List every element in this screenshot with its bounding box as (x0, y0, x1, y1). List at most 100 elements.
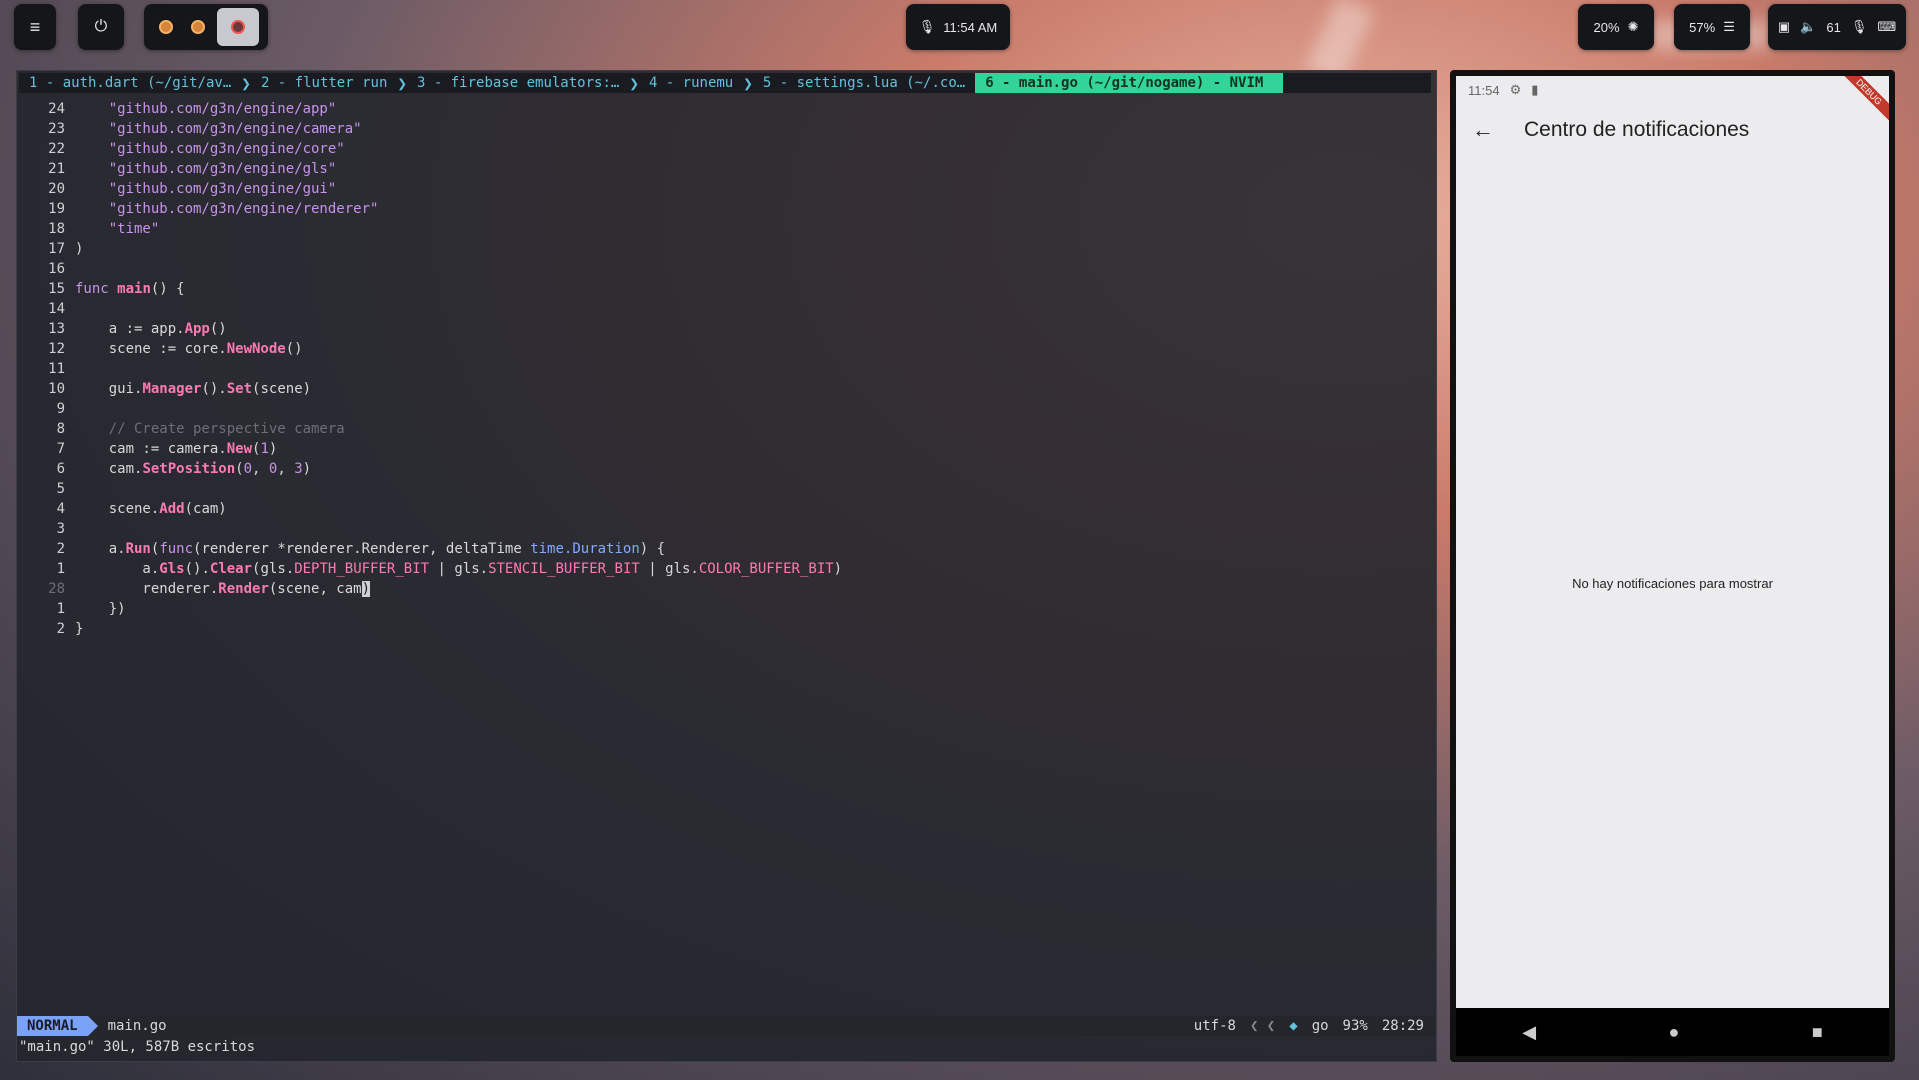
code-line[interactable]: 3 (17, 519, 1436, 539)
system-tray: ▣ 🔈 61 🎙 ⌨ (1768, 4, 1906, 50)
app-icon (231, 20, 245, 34)
separator-icon: ❮ ❮ (1249, 1018, 1276, 1034)
tab-4[interactable]: 4 - runemu (639, 73, 743, 93)
code-area[interactable]: 24 "github.com/g3n/engine/app" 23 "github… (17, 99, 1436, 639)
code-line[interactable]: 8 // Create perspective camera (17, 419, 1436, 439)
code-line[interactable]: 20 "github.com/g3n/engine/gui" (17, 179, 1436, 199)
settings-icon: ⚙ (1509, 82, 1522, 97)
line-number: 2 (56, 541, 65, 557)
back-arrow-icon[interactable]: ← (1472, 117, 1494, 143)
line-text: "github.com/g3n/engine/renderer" (108, 201, 379, 217)
line-text: } (75, 621, 84, 637)
line-number: 5 (56, 481, 65, 497)
nav-recents-icon[interactable]: ■ (1812, 1022, 1823, 1043)
line-number: 1 (56, 601, 65, 617)
workspace-3-button[interactable] (217, 8, 259, 46)
code-line[interactable]: 13 a := app.App() (17, 319, 1436, 339)
line-text: a.Gls().Clear(gls.DEPTH_BUFFER_BIT | gls… (75, 561, 843, 577)
code-line[interactable]: 7 cam := camera.New(1) (17, 439, 1436, 459)
tab-6-active[interactable]: 6 - main.go (~/git/nogame) - NVIM (975, 73, 1284, 93)
app-icon (191, 20, 205, 34)
line-number: 10 (48, 381, 65, 397)
line-text: gui.Manager().Set(scene) (75, 381, 312, 397)
code-line[interactable]: 14 (17, 299, 1436, 319)
line-number: 13 (48, 321, 65, 337)
power-button[interactable]: ⏻ (78, 4, 124, 50)
code-line[interactable]: 5 (17, 479, 1436, 499)
line-text: renderer.Render(scene, cam) (75, 581, 371, 597)
microphone-icon[interactable]: 🎙 (1851, 19, 1868, 35)
app-bar: ← Centro de notificaciones (1456, 104, 1889, 156)
code-line[interactable]: 11 (17, 359, 1436, 379)
nav-home-icon[interactable]: ● (1669, 1022, 1680, 1043)
line-text: cam := camera.New(1) (75, 441, 278, 457)
code-line[interactable]: 2} (17, 619, 1436, 639)
screen-icon[interactable]: ▣ (1778, 19, 1790, 35)
line-number: 23 (48, 121, 65, 137)
tab-3[interactable]: 3 - firebase emulators:… (407, 73, 629, 93)
code-line[interactable]: 16 (17, 259, 1436, 279)
cursor-position: 28:29 (1381, 1018, 1424, 1034)
volume-icon[interactable]: 🔈 (1800, 19, 1816, 35)
workspace-1-button[interactable] (153, 14, 179, 40)
tab-separator-icon: ❯ (629, 73, 639, 93)
code-line[interactable]: 1 }) (17, 599, 1436, 619)
line-number: 12 (48, 341, 65, 357)
code-line[interactable]: 18 "time" (17, 219, 1436, 239)
terminal-window[interactable]: 1 - auth.dart (~/git/av… ❯ 2 - flutter ru… (16, 70, 1437, 1062)
line-number: 15 (48, 281, 65, 297)
code-line[interactable]: 4 scene.Add(cam) (17, 499, 1436, 519)
tab-separator-icon: ❯ (397, 73, 408, 93)
power-icon: ⏻ (94, 18, 108, 35)
code-line[interactable]: 17) (17, 239, 1436, 259)
workspace-2-button[interactable] (185, 14, 211, 40)
code-line[interactable]: 21 "github.com/g3n/engine/gls" (17, 159, 1436, 179)
line-text: "github.com/g3n/engine/camera" (108, 121, 362, 137)
code-line[interactable]: 24 "github.com/g3n/engine/app" (17, 99, 1436, 119)
line-text: ) (75, 241, 84, 257)
keyboard-icon[interactable]: ⌨ (1877, 19, 1896, 35)
android-emulator[interactable]: DEBUG 11:54 ⚙ ▮ ← Centro de notificacion… (1450, 70, 1895, 1062)
code-line[interactable]: 12 scene := core.NewNode() (17, 339, 1436, 359)
statusline: NORMAL main.go utf-8 ❮ ❮ ◆ go 93% 28:29 (17, 1016, 1436, 1036)
code-line[interactable]: 1 a.Gls().Clear(gls.DEPTH_BUFFER_BIT | g… (17, 559, 1436, 579)
code-line[interactable]: 15 func main() { (17, 279, 1436, 299)
tab-5[interactable]: 5 - settings.lua (~/.co… (753, 73, 975, 93)
line-text: scene := core.NewNode() (75, 341, 303, 357)
code-line[interactable]: 28 renderer.Render(scene, cam) (17, 579, 1436, 599)
code-line[interactable]: 6 cam.SetPosition(0, 0, 3) (17, 459, 1436, 479)
line-number: 21 (48, 161, 65, 177)
line-text: // Create perspective camera (75, 421, 345, 437)
sd-card-icon: ▮ (1531, 82, 1539, 97)
line-text: "github.com/g3n/engine/app" (108, 101, 337, 117)
line-number: 24 (48, 101, 65, 117)
code-line[interactable]: 10 gui.Manager().Set(scene) (17, 379, 1436, 399)
cpu-indicator[interactable]: 57% ☰ (1674, 4, 1750, 50)
code-line[interactable]: 23 "github.com/g3n/engine/camera" (17, 119, 1436, 139)
brightness-indicator[interactable]: 20% ✺ (1578, 4, 1654, 50)
page-title: Centro de notificaciones (1524, 118, 1750, 141)
line-number: 4 (56, 501, 65, 517)
filetype: go (1311, 1018, 1329, 1034)
line-number: 19 (48, 201, 65, 217)
clock[interactable]: 🎙 11:54 AM (906, 4, 1010, 50)
line-number: 16 (48, 261, 65, 277)
tab-2[interactable]: 2 - flutter run (251, 73, 397, 93)
nav-back-icon[interactable]: ◀ (1522, 1022, 1536, 1043)
code-line[interactable]: 2 a.Run(func(renderer *renderer.Renderer… (17, 539, 1436, 559)
menu-button[interactable]: ≡ (14, 4, 56, 50)
tab-1[interactable]: 1 - auth.dart (~/git/av… (19, 73, 241, 93)
empty-state-message: No hay notificaciones para mostrar (1572, 576, 1773, 591)
microphone-icon: 🎙 (918, 19, 936, 34)
code-line[interactable]: 9 (17, 399, 1436, 419)
mode-indicator: NORMAL (17, 1016, 98, 1036)
line-number: 28 (48, 581, 65, 597)
line-text: }) (75, 601, 126, 617)
command-line[interactable]: "main.go" 30L, 587B escritos (17, 1037, 255, 1057)
phone-time: 11:54 (1468, 82, 1500, 98)
menu-icon: ≡ (29, 16, 41, 37)
code-line[interactable]: 22 "github.com/g3n/engine/core" (17, 139, 1436, 159)
line-number: 1 (56, 561, 65, 577)
code-line[interactable]: 19 "github.com/g3n/engine/renderer" (17, 199, 1436, 219)
line-text: a := app.App() (75, 321, 227, 337)
